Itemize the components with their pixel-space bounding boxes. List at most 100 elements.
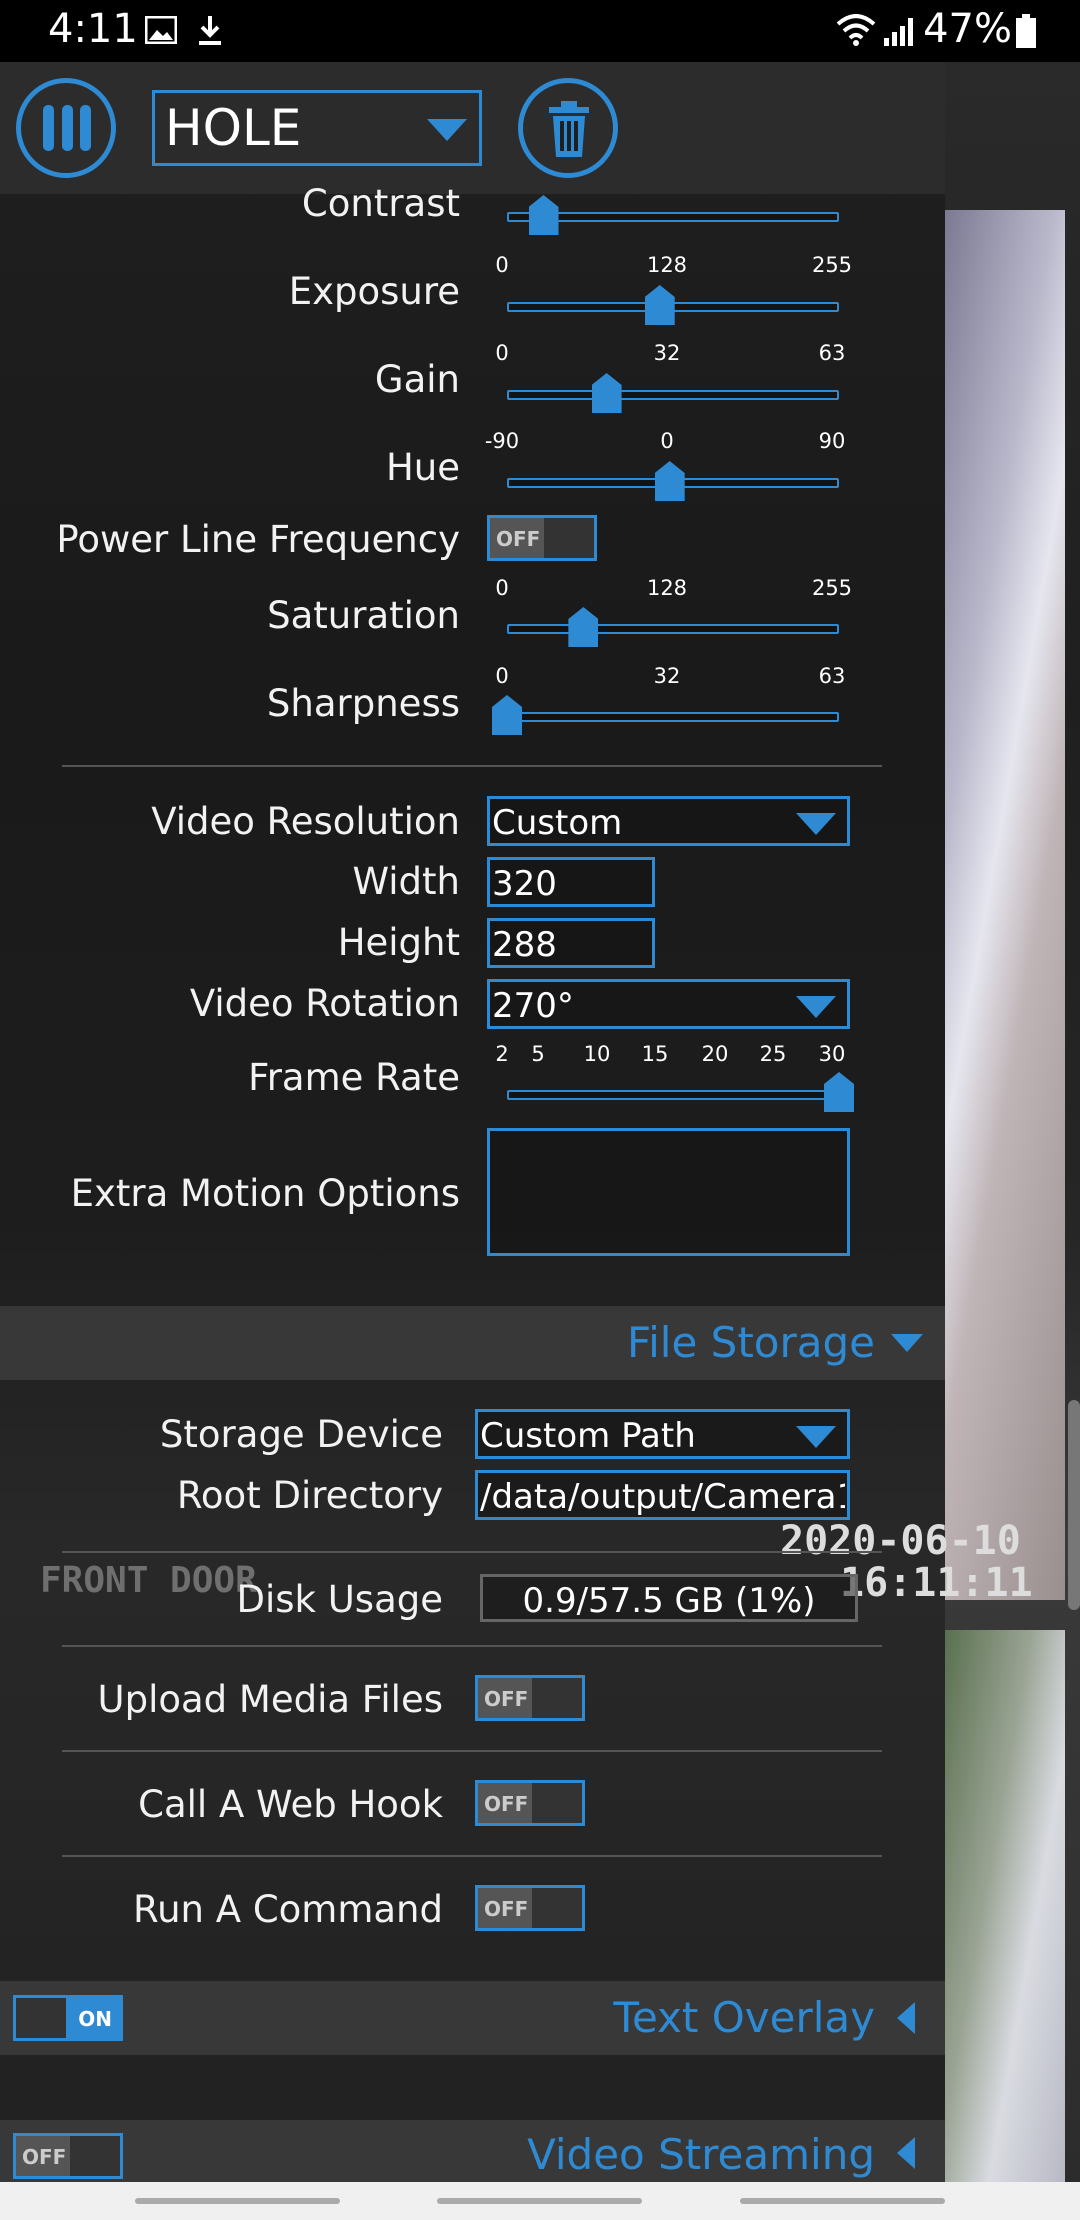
upload-media-label: Upload Media Files (97, 1678, 443, 1721)
camera-overlay-time: 16:11:11 (840, 1560, 1033, 1606)
slider-label: Sharpness (266, 682, 460, 725)
video-resolution-select[interactable]: Custom (487, 796, 850, 846)
slider-tick-label: 0 (660, 429, 674, 453)
download-icon (199, 16, 221, 45)
chevron-down-icon (427, 119, 467, 141)
file-storage-title: File Storage (627, 1318, 875, 1367)
root-directory-input[interactable]: /data/output/Camera1 (475, 1470, 850, 1520)
toggle-state: OFF (484, 1687, 529, 1711)
scroll-handle[interactable] (1068, 1400, 1080, 1610)
slider-track[interactable] (507, 390, 839, 400)
storage-device-select[interactable]: Custom Path (475, 1409, 850, 1459)
status-bar: 4:11 47% (0, 0, 1080, 62)
frame-rate-tick-label: 2 (495, 1042, 509, 1066)
signal-icon (884, 18, 913, 46)
frame-rate-tick-label: 20 (701, 1042, 729, 1066)
chevron-left-icon (897, 2137, 915, 2169)
divider (62, 1551, 882, 1553)
delete-camera-button[interactable] (518, 78, 618, 178)
slider-tick-label: 90 (818, 429, 846, 453)
run-command-toggle[interactable]: OFF (475, 1885, 585, 1931)
slider-tick-label: 255 (811, 253, 853, 277)
video-streaming-toggle[interactable]: OFF (13, 2133, 123, 2179)
height-label: Height (337, 921, 460, 964)
camera-feed-frame-b (945, 1630, 1065, 2182)
camera-overlay-date: 2020-06-10 (780, 1518, 1021, 1564)
chevron-down-icon (796, 996, 836, 1018)
root-directory-label: Root Directory (176, 1474, 443, 1517)
run-command-label: Run A Command (133, 1888, 443, 1931)
frame-rate-tick-label: 15 (641, 1042, 669, 1066)
slider-tick-label: 63 (818, 341, 846, 365)
frame-rate-tick-label: 30 (818, 1042, 846, 1066)
slider-label: Hue (385, 446, 460, 489)
divider (62, 1750, 882, 1752)
frame-rate-tick-label: 25 (759, 1042, 787, 1066)
toggle-state: OFF (484, 1897, 529, 1921)
slider-tick-label: 128 (646, 576, 688, 600)
video-streaming-title: Video Streaming (527, 2130, 875, 2179)
home-button[interactable] (437, 2198, 642, 2204)
slider-tick-label: -90 (484, 429, 520, 453)
disk-usage-display: 0.9/57.5 GB (1%) (480, 1574, 858, 1622)
storage-device-value: Custom Path (480, 1416, 696, 1456)
disk-usage-value: 0.9/57.5 GB (1%) (522, 1581, 816, 1621)
text-overlay-title: Text Overlay (613, 1993, 875, 2042)
toggle-state: OFF (496, 527, 541, 551)
slider-tick-label: 32 (653, 341, 681, 365)
frame-rate-tick-label: 5 (531, 1042, 545, 1066)
status-time: 4:11 (48, 6, 138, 52)
bars-icon (43, 105, 91, 151)
chevron-down-icon (796, 1426, 836, 1448)
divider (62, 1855, 882, 1857)
recents-button[interactable] (135, 2198, 340, 2204)
battery-icon (1016, 14, 1036, 48)
camera-select[interactable]: HOLE (152, 90, 482, 166)
video-resolution-value: Custom (492, 803, 623, 843)
toggle-state: OFF (22, 2145, 67, 2169)
gallery-icon (145, 16, 177, 44)
slider-track[interactable] (507, 712, 839, 722)
video-rotation-label: Video Rotation (189, 982, 460, 1025)
video-resolution-label: Video Resolution (151, 800, 460, 843)
camera-feed-frame-a (945, 210, 1065, 1600)
extra-motion-textarea[interactable] (487, 1128, 850, 1256)
frame-rate-tick-label: 10 (583, 1042, 611, 1066)
power-line-label: Power Line Frequency (56, 518, 460, 561)
toggle-state: ON (78, 2007, 112, 2031)
upload-media-toggle[interactable]: OFF (475, 1675, 585, 1721)
slider-tick-label: 63 (818, 664, 846, 688)
slider-tick-label: 0 (495, 664, 509, 688)
power-line-toggle[interactable]: OFF (487, 515, 597, 561)
height-input[interactable]: 288 (487, 918, 655, 968)
chevron-down-icon (891, 1334, 923, 1352)
frame-rate-label: Frame Rate (248, 1056, 460, 1099)
chevron-left-icon (897, 2002, 915, 2034)
slider-tick-label: 128 (646, 253, 688, 277)
menu-button[interactable] (16, 78, 116, 178)
wifi-icon (836, 14, 876, 46)
frame-rate-track[interactable] (507, 1090, 839, 1100)
web-hook-label: Call A Web Hook (138, 1783, 443, 1826)
system-nav-bar (0, 2182, 1080, 2220)
trash-icon (549, 101, 589, 157)
extra-motion-label: Extra Motion Options (70, 1172, 460, 1215)
back-button[interactable] (740, 2198, 945, 2204)
video-rotation-select[interactable]: 270° (487, 979, 850, 1029)
video-streaming-header[interactable]: OFF Video Streaming (0, 2120, 945, 2182)
text-overlay-toggle[interactable]: ON (13, 1995, 123, 2041)
disk-usage-label: Disk Usage (236, 1578, 443, 1621)
slider-label: Saturation (267, 594, 460, 637)
battery-percent: 47% (923, 6, 1012, 52)
root-directory-value: /data/output/Camera1 (480, 1477, 845, 1517)
file-storage-header[interactable]: File Storage (0, 1306, 945, 1380)
text-overlay-header[interactable]: ON Text Overlay (0, 1981, 945, 2055)
slider-tick-label: 32 (653, 664, 681, 688)
width-input[interactable]: 320 (487, 857, 655, 907)
slider-label: Contrast (301, 182, 460, 225)
web-hook-toggle[interactable]: OFF (475, 1780, 585, 1826)
chevron-down-icon (796, 813, 836, 835)
divider (62, 1645, 882, 1647)
slider-track[interactable] (507, 624, 839, 634)
video-rotation-value: 270° (492, 986, 574, 1026)
